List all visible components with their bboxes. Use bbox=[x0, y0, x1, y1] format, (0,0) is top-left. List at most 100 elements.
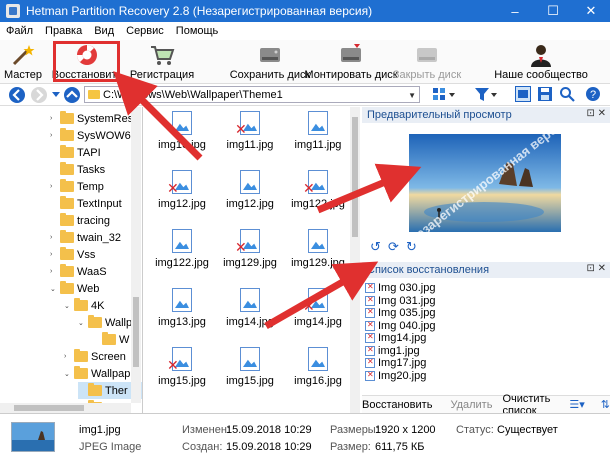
minimize-button[interactable]: – bbox=[496, 0, 534, 22]
folder-icon bbox=[60, 162, 74, 175]
file-item[interactable]: ✕ img122.jpg bbox=[285, 170, 351, 220]
expander-icon[interactable]: › bbox=[64, 353, 74, 360]
expander-icon[interactable]: › bbox=[50, 115, 60, 122]
up-arrow-icon[interactable] bbox=[63, 86, 81, 104]
tree-hscroll-thumb[interactable] bbox=[14, 405, 84, 411]
file-name: img122.jpg bbox=[155, 257, 209, 269]
title-bar: Hetman Partition Recovery 2.8 (Незарегис… bbox=[0, 0, 610, 22]
expander-icon[interactable]: › bbox=[50, 268, 60, 275]
pin-icon[interactable]: ⊡ ✕ bbox=[586, 108, 606, 119]
preview-pane-icon[interactable] bbox=[515, 86, 531, 102]
folder-icon bbox=[74, 298, 88, 311]
file-item[interactable]: ✕ img14.jpg bbox=[285, 288, 351, 338]
recovery-list-item[interactable]: Img17.jpg bbox=[362, 357, 610, 370]
recovery-list-item[interactable]: Img 030.jpg bbox=[362, 282, 610, 295]
recovery-list-item[interactable]: Img14.jpg bbox=[362, 332, 610, 345]
right-panel: Предварительный просмотр ⊡ ✕ Незарегистр… bbox=[362, 107, 610, 417]
save-disk-button[interactable]: Сохранить диск bbox=[230, 40, 310, 84]
file-item[interactable]: img11.jpg bbox=[285, 111, 351, 161]
recovery-list-item[interactable]: Img 035.jpg bbox=[362, 307, 610, 320]
file-name: img12.jpg bbox=[158, 198, 206, 210]
folder-icon bbox=[60, 111, 74, 124]
expander-icon[interactable]: › bbox=[50, 132, 60, 139]
menu-edit[interactable]: Правка bbox=[45, 25, 82, 37]
tree-item[interactable]: Tasks bbox=[50, 161, 140, 178]
recovery-view-icon[interactable]: ☰▾ bbox=[569, 398, 584, 411]
tree-item-label: TAPI bbox=[77, 146, 101, 159]
file-item[interactable]: img10.jpg bbox=[149, 111, 215, 161]
menu-view[interactable]: Вид bbox=[94, 25, 114, 37]
file-item[interactable]: ✕ img15.jpg bbox=[149, 347, 215, 397]
status-bar: img1.jpg JPEG Image Изменен: 15.09.2018 … bbox=[0, 413, 610, 460]
file-item[interactable]: ✕ img12.jpg bbox=[149, 170, 215, 220]
disk-mount-icon bbox=[341, 44, 361, 62]
tree-item[interactable]: › Temp bbox=[50, 178, 140, 195]
expander-icon[interactable]: ⌄ bbox=[50, 285, 60, 293]
rotate-left-icon[interactable]: ↺ bbox=[370, 240, 382, 253]
recovery-restore-button[interactable]: Восстановить bbox=[362, 399, 432, 411]
rotate-right-icon[interactable]: ↻ bbox=[406, 240, 418, 253]
file-item[interactable]: img15.jpg bbox=[217, 347, 283, 397]
file-item[interactable]: img122.jpg bbox=[149, 229, 215, 279]
tree-scroll-thumb[interactable] bbox=[133, 297, 139, 367]
file-item[interactable]: ✕ img11.jpg bbox=[217, 111, 283, 161]
tree-item[interactable]: › SysWOW64 bbox=[50, 127, 140, 144]
tree-item[interactable]: TAPI bbox=[50, 144, 140, 161]
tree-item[interactable]: › Vss bbox=[50, 246, 140, 263]
file-item[interactable]: img13.jpg bbox=[149, 288, 215, 338]
expander-icon[interactable]: › bbox=[50, 251, 60, 258]
address-input[interactable]: C:\Windows\Web\Wallpaper\Theme1 ▼ bbox=[84, 86, 420, 103]
file-item[interactable]: img14.jpg bbox=[217, 288, 283, 338]
files-scroll-thumb[interactable] bbox=[352, 117, 358, 237]
mount-disk-button[interactable]: Монтировать диск bbox=[304, 40, 398, 84]
menu-bar: Файл Правка Вид Сервис Помощь bbox=[0, 22, 610, 40]
maximize-button[interactable]: ☐ bbox=[534, 0, 572, 22]
tree-item[interactable]: › SystemReso bbox=[50, 110, 140, 127]
expander-icon[interactable]: ⌄ bbox=[64, 370, 74, 378]
save-icon[interactable] bbox=[537, 86, 553, 102]
rotate-180-icon[interactable]: ⟳ bbox=[388, 240, 400, 253]
file-item[interactable]: img12.jpg bbox=[217, 170, 283, 220]
image-file-icon bbox=[308, 111, 328, 135]
menu-file[interactable]: Файл bbox=[6, 25, 33, 37]
view-mode-icon[interactable] bbox=[432, 87, 456, 102]
history-dropdown-icon[interactable] bbox=[52, 90, 60, 98]
file-item[interactable]: ✕ img129.jpg bbox=[217, 229, 283, 279]
file-item[interactable]: img129.jpg bbox=[285, 229, 351, 279]
tree-item[interactable]: TextInput bbox=[50, 195, 140, 212]
tree-item[interactable]: › WaaS bbox=[50, 263, 140, 280]
address-dropdown-icon[interactable]: ▼ bbox=[408, 91, 416, 100]
recovery-list-item[interactable]: Img 031.jpg bbox=[362, 295, 610, 308]
tree-scrollbar[interactable] bbox=[131, 107, 141, 403]
forward-arrow-icon[interactable] bbox=[30, 86, 48, 104]
wizard-button[interactable]: Мастер bbox=[4, 40, 42, 84]
file-name: img14.jpg bbox=[294, 316, 342, 328]
file-item[interactable]: img16.jpg bbox=[285, 347, 351, 397]
recovery-pin-icon[interactable]: ⊡ ✕ bbox=[586, 263, 606, 274]
recovery-list-item[interactable]: Img20.jpg bbox=[362, 370, 610, 383]
help-icon[interactable]: ? bbox=[585, 86, 601, 102]
filter-icon[interactable] bbox=[474, 87, 498, 102]
tree-hscrollbar[interactable] bbox=[0, 403, 131, 413]
files-scrollbar[interactable] bbox=[350, 107, 360, 413]
menu-service[interactable]: Сервис bbox=[126, 25, 164, 37]
recovery-sort-icon[interactable]: ⇅ bbox=[601, 398, 610, 411]
close-disk-button[interactable]: Закрыть диск bbox=[393, 40, 461, 84]
tree-item[interactable]: › twain_32 bbox=[50, 229, 140, 246]
expander-icon[interactable]: ⌄ bbox=[64, 302, 74, 310]
recovery-delete-button[interactable]: Удалить bbox=[450, 399, 492, 411]
back-arrow-icon[interactable] bbox=[8, 86, 26, 104]
search-icon[interactable] bbox=[559, 86, 575, 102]
close-button[interactable]: ✕ bbox=[572, 0, 610, 22]
recovery-list-item[interactable]: img1.jpg bbox=[362, 345, 610, 358]
community-button[interactable]: Наше сообщество bbox=[494, 40, 588, 84]
register-button[interactable]: Регистрация bbox=[130, 40, 194, 84]
menu-help[interactable]: Помощь bbox=[176, 25, 219, 37]
recovery-list-item[interactable]: Img 040.jpg bbox=[362, 320, 610, 333]
tree-item[interactable]: tracing bbox=[50, 212, 140, 229]
expander-icon[interactable]: › bbox=[50, 183, 60, 190]
tree-item[interactable]: ⌄ Web bbox=[50, 280, 140, 297]
file-name: img129.jpg bbox=[291, 257, 345, 269]
expander-icon[interactable]: › bbox=[50, 234, 60, 241]
expander-icon[interactable]: ⌄ bbox=[78, 319, 88, 327]
